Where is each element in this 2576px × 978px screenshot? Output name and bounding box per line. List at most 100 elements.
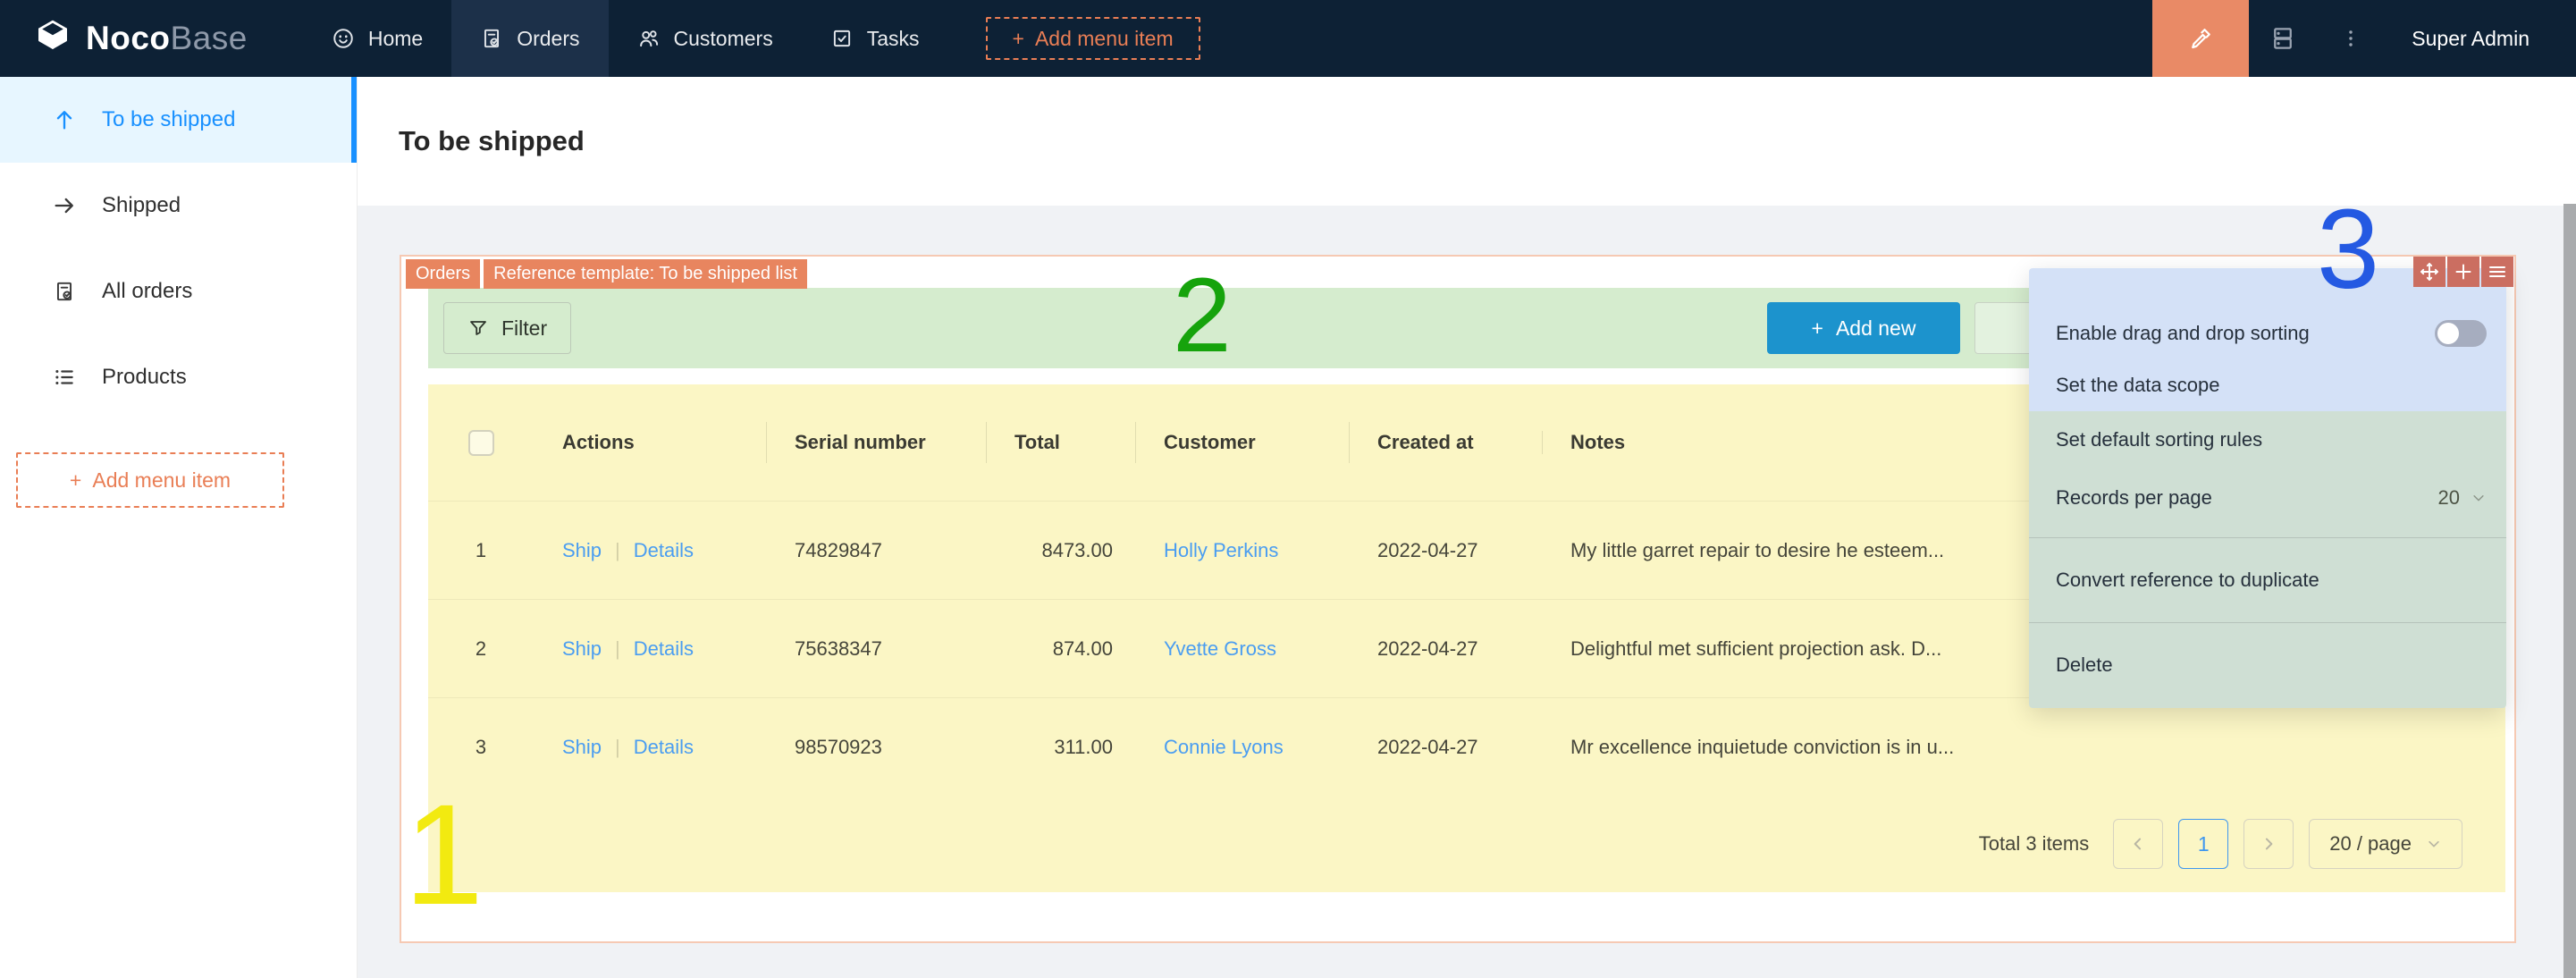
row-index[interactable]: 3: [428, 736, 534, 759]
check-square-icon: [830, 27, 854, 50]
designer-block-tags: Orders Reference template: To be shipped…: [406, 259, 807, 289]
menu-item-label: Records per page: [2056, 486, 2212, 510]
table-pagination: Total 3 items 1 20 / page: [428, 796, 2505, 892]
page-header: To be shipped: [358, 77, 2576, 206]
ui-editor-toggle-button[interactable]: [2152, 0, 2249, 77]
chevron-down-icon: [2426, 836, 2442, 852]
menu-item-convert-reference[interactable]: Convert reference to duplicate: [2029, 548, 2506, 612]
nav-item-label: Home: [368, 27, 423, 51]
sidebar: To be shipped Shipped All orders Product…: [0, 77, 358, 978]
total-cell: 874.00: [986, 637, 1135, 661]
ship-action-link[interactable]: Ship: [562, 637, 602, 660]
vertical-scrollbar[interactable]: [2563, 77, 2576, 978]
pagination-prev-button[interactable]: [2113, 819, 2163, 869]
arrow-right-icon: [52, 193, 77, 218]
menu-item-label: Delete: [2056, 653, 2113, 677]
list-icon: [52, 366, 77, 389]
details-action-link[interactable]: Details: [634, 539, 694, 561]
nav-item-label: Tasks: [867, 27, 920, 51]
ellipsis-vertical-icon: [2339, 27, 2362, 50]
add-new-button-label: Add new: [1836, 316, 1916, 341]
add-block-icon[interactable]: [2447, 257, 2479, 287]
created-at-cell: 2022-04-27: [1349, 539, 1542, 562]
drag-handle-icon[interactable]: [2413, 257, 2446, 287]
column-header-serial[interactable]: Serial number: [766, 431, 986, 454]
sidebar-item-products[interactable]: Products: [0, 334, 357, 420]
sidebar-item-label: Shipped: [102, 193, 181, 218]
sidebar-item-label: Products: [102, 365, 187, 390]
nav-item-label: Orders: [517, 27, 579, 51]
menu-item-label: Set the data scope: [2056, 374, 2219, 397]
filter-button-label: Filter: [501, 316, 547, 341]
nav-item-orders[interactable]: Orders: [451, 0, 608, 77]
nav-item-label: Customers: [674, 27, 773, 51]
navbar-add-menu-item-button[interactable]: + Add menu item: [986, 17, 1200, 60]
menu-divider: [2029, 537, 2506, 538]
menu-item-enable-drag-sorting[interactable]: Enable drag and drop sorting: [2029, 308, 2506, 359]
menu-item-set-data-scope[interactable]: Set the data scope: [2029, 359, 2506, 411]
page-size-select[interactable]: 20 / page: [2309, 819, 2462, 869]
chevron-right-icon: [2260, 835, 2277, 853]
column-header-actions[interactable]: Actions: [534, 431, 766, 454]
plus-icon: +: [1812, 316, 1823, 341]
top-navbar: NocoBase Home Orders: [0, 0, 2576, 77]
chevron-down-icon: [2471, 490, 2487, 506]
action-divider: |: [615, 736, 620, 758]
more-options-button[interactable]: [2317, 27, 2385, 50]
row-index[interactable]: 2: [428, 637, 534, 661]
brand-name-bold: Noco: [86, 20, 171, 56]
select-all-checkbox[interactable]: [468, 430, 494, 456]
team-icon: [637, 27, 661, 50]
block-settings-dropdown-menu: Enable drag and drop sorting Set the dat…: [2029, 268, 2506, 708]
navbar-add-menu-item-label: Add menu item: [1035, 27, 1174, 51]
sidebar-item-label: To be shipped: [102, 107, 235, 132]
records-per-page-value: 20: [2438, 486, 2460, 510]
notes-cell: Mr excellence inquietude conviction is i…: [1542, 736, 2505, 759]
serial-number-cell: 98570923: [766, 736, 986, 759]
block-settings-menu-icon[interactable]: [2481, 257, 2513, 287]
column-header-created[interactable]: Created at: [1349, 431, 1542, 454]
row-index[interactable]: 1: [428, 539, 534, 562]
sidebar-item-shipped[interactable]: Shipped: [0, 163, 357, 249]
total-cell: 311.00: [986, 736, 1135, 759]
column-header-customer[interactable]: Customer: [1135, 431, 1349, 454]
column-header-total[interactable]: Total: [986, 431, 1135, 454]
sidebar-item-to-be-shipped[interactable]: To be shipped: [0, 77, 357, 163]
pagination-total: Total 3 items: [1979, 832, 2090, 856]
nocobase-logo[interactable]: NocoBase: [32, 18, 248, 59]
ship-action-link[interactable]: Ship: [562, 736, 602, 758]
filter-button[interactable]: Filter: [443, 302, 571, 354]
reference-template-tag: Reference template: To be shipped list: [484, 259, 807, 289]
menu-section-bottom: Set default sorting rules Records per pa…: [2029, 411, 2506, 708]
details-action-link[interactable]: Details: [634, 736, 694, 758]
sidebar-add-menu-item-label: Add menu item: [92, 468, 231, 493]
sidebar-item-label: All orders: [102, 279, 192, 304]
customer-link[interactable]: Holly Perkins: [1164, 539, 1278, 561]
ship-action-link[interactable]: Ship: [562, 539, 602, 561]
chevron-left-icon: [2129, 835, 2147, 853]
user-menu[interactable]: Super Admin: [2412, 27, 2530, 51]
add-new-button[interactable]: + Add new: [1767, 302, 1960, 354]
customer-link[interactable]: Yvette Gross: [1164, 637, 1276, 660]
sidebar-item-all-orders[interactable]: All orders: [0, 249, 357, 334]
pagination-next-button[interactable]: [2243, 819, 2294, 869]
pagination-page-1[interactable]: 1: [2178, 819, 2228, 869]
drag-sorting-toggle[interactable]: [2435, 320, 2487, 347]
menu-item-records-per-page[interactable]: Records per page 20: [2029, 468, 2506, 527]
serial-number-cell: 75638347: [766, 637, 986, 661]
menu-item-delete[interactable]: Delete: [2029, 633, 2506, 697]
customer-link[interactable]: Connie Lyons: [1164, 736, 1284, 758]
nav-item-home[interactable]: Home: [303, 0, 451, 77]
navbar-right-tools: Super Admin: [2152, 0, 2576, 77]
menu-section-top: Enable drag and drop sorting Set the dat…: [2029, 268, 2506, 411]
nav-item-tasks[interactable]: Tasks: [802, 0, 948, 77]
plugin-manager-button[interactable]: [2249, 25, 2317, 52]
nav-item-customers[interactable]: Customers: [609, 0, 802, 77]
sidebar-add-menu-item-button[interactable]: + Add menu item: [16, 452, 284, 508]
details-action-link[interactable]: Details: [634, 637, 694, 660]
database-icon: [2269, 25, 2296, 52]
created-at-cell: 2022-04-27: [1349, 736, 1542, 759]
menu-item-default-sorting-rules[interactable]: Set default sorting rules: [2029, 411, 2506, 468]
smile-icon: [332, 27, 355, 50]
cube-logo-icon: [32, 18, 73, 59]
